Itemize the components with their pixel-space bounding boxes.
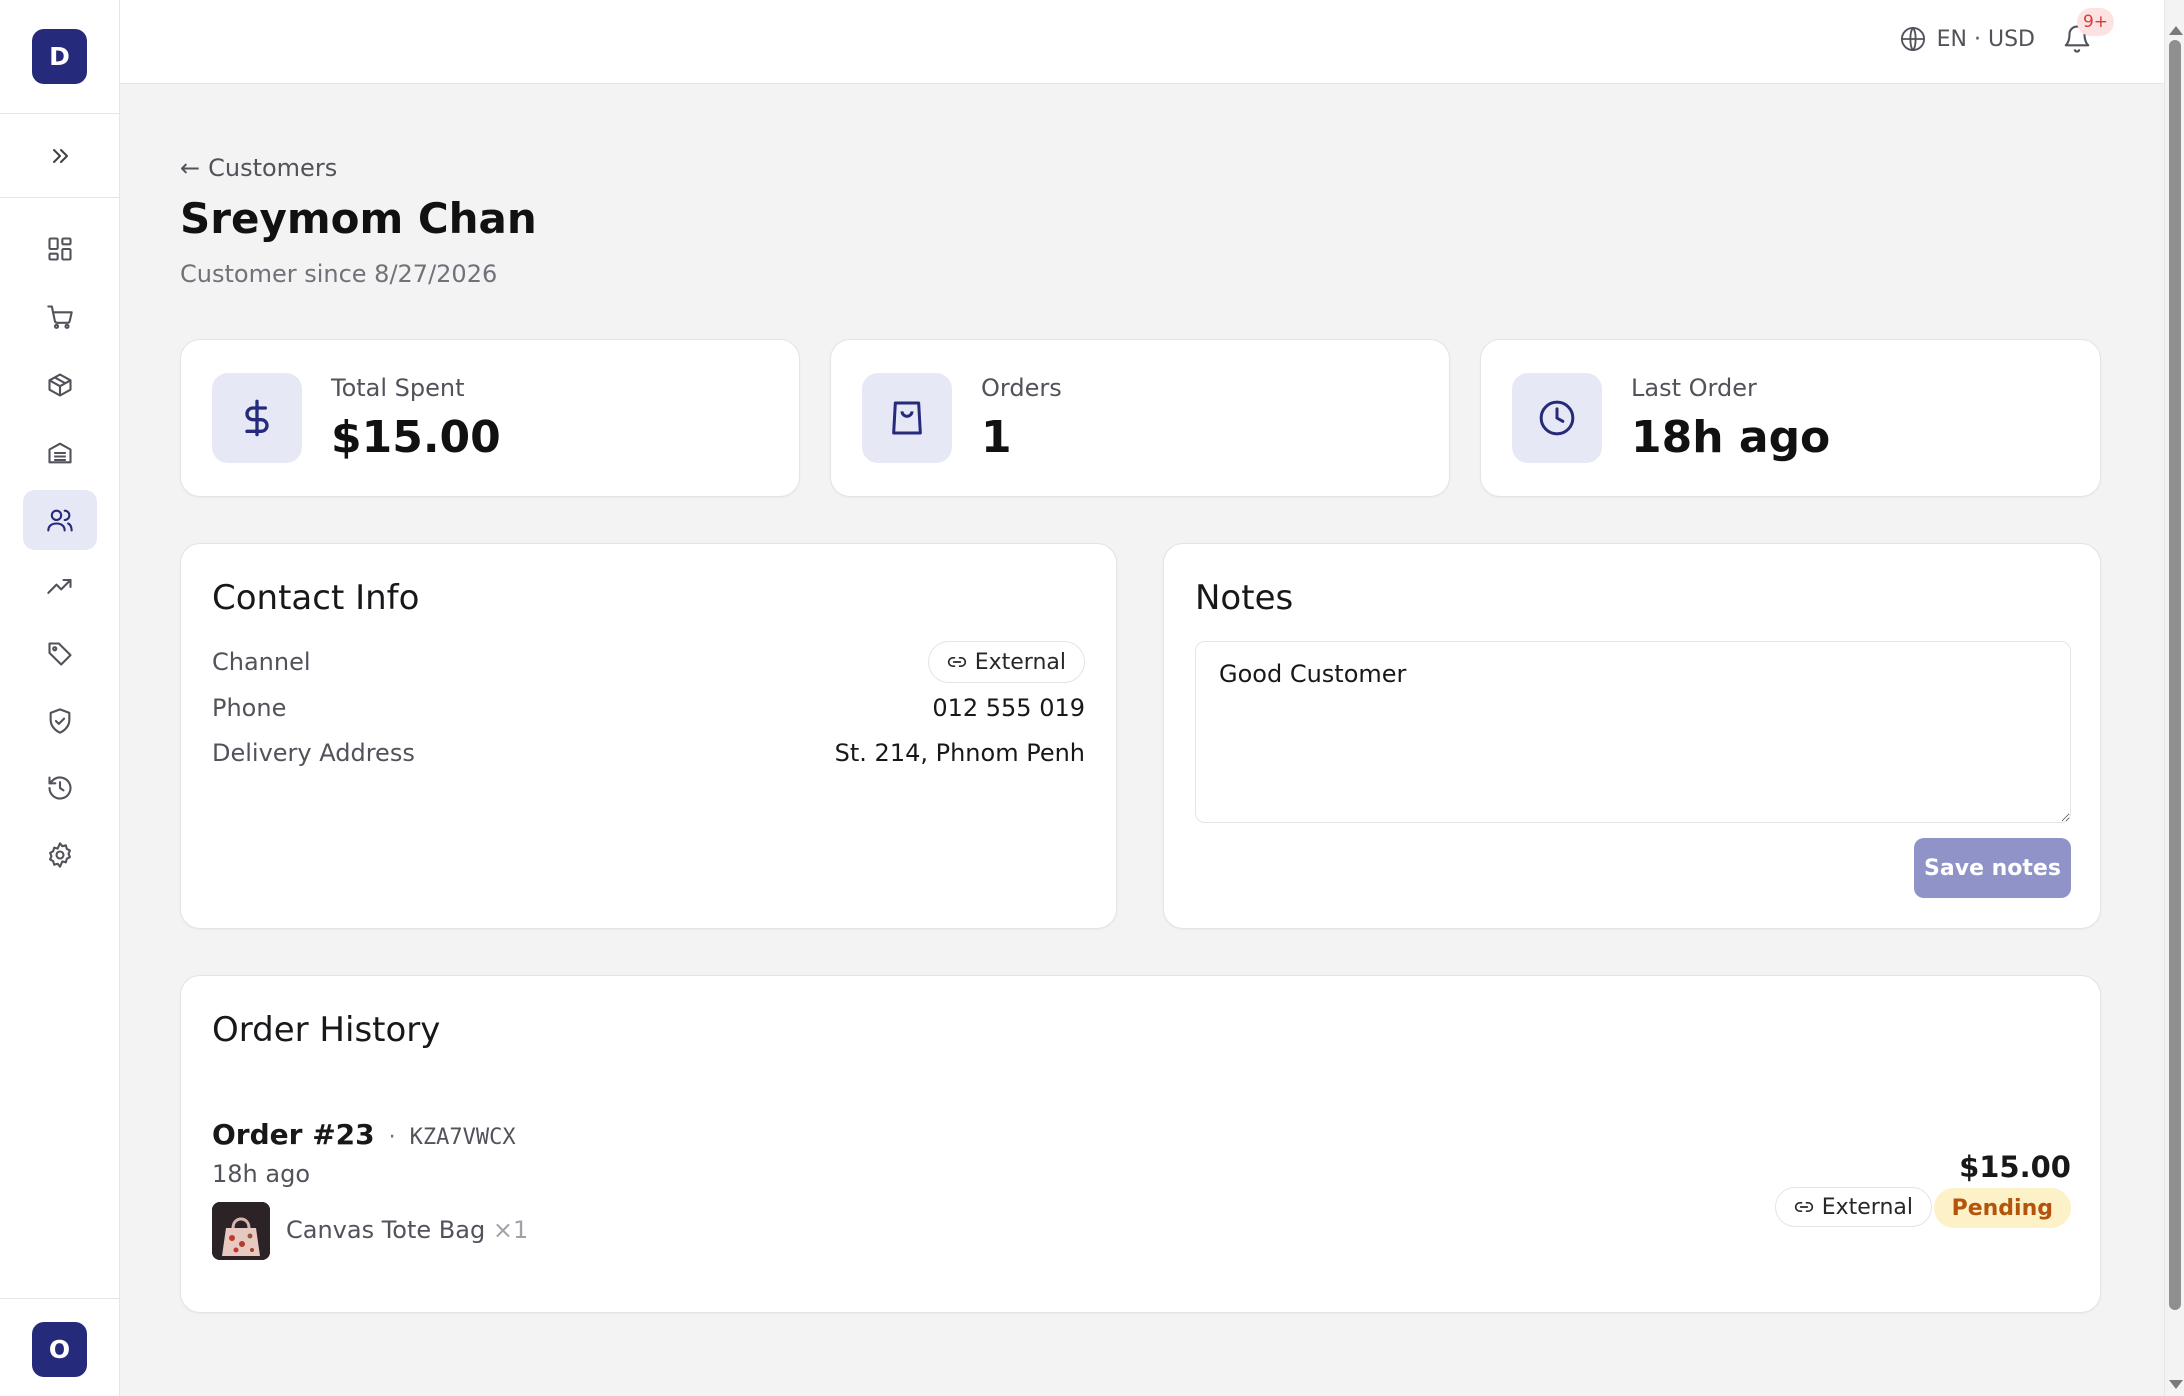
- order-time: 18h ago: [212, 1160, 311, 1188]
- user-avatar[interactable]: O: [32, 1322, 87, 1377]
- sidebar-item-customers[interactable]: [23, 490, 97, 550]
- stat-value: $15.00: [331, 412, 501, 463]
- notes-card: Notes Good Customer Save notes: [1163, 543, 2101, 929]
- stat-card-total-spent: Total Spent $15.00: [180, 339, 800, 497]
- shield-icon: [49, 708, 71, 734]
- inventory-icon: [48, 442, 72, 464]
- sidebar-item-settings[interactable]: [23, 825, 97, 885]
- order-amount: $15.00: [1959, 1150, 2071, 1184]
- notes-title: Notes: [1195, 578, 1294, 618]
- order-channel: External: [1821, 1194, 1913, 1220]
- sidebar-divider: [0, 1298, 120, 1299]
- back-link[interactable]: ← Customers: [180, 154, 337, 182]
- page-subtitle: Customer since 8/27/2026: [180, 260, 498, 288]
- contact-info-title: Contact Info: [212, 578, 420, 618]
- order-row[interactable]: Order #23 · KZA7VWCX: [212, 1118, 516, 1151]
- stat-label: Last Order: [1631, 374, 1757, 402]
- channel-badge: External: [927, 641, 1085, 683]
- stat-card-orders: Orders 1: [830, 339, 1450, 497]
- order-history-card: Order History Order #23 · KZA7VWCX 18h a…: [180, 975, 2101, 1313]
- address-label: Delivery Address: [212, 739, 415, 767]
- stat-label: Orders: [981, 374, 1062, 402]
- shopping-bag-icon: [862, 373, 952, 463]
- sidebar-item-analytics[interactable]: [23, 557, 97, 617]
- cart-icon: [47, 305, 73, 329]
- link-icon: [947, 657, 966, 667]
- locale-switcher[interactable]: EN · USD: [1899, 25, 2035, 53]
- expand-sidebar-icon[interactable]: [44, 140, 76, 172]
- back-link-label: Customers: [208, 154, 338, 182]
- clock-icon: [1512, 373, 1602, 463]
- product-thumbnail: [212, 1202, 270, 1260]
- dollar-icon: [212, 373, 302, 463]
- topbar: EN · USD 9+: [120, 0, 2164, 84]
- sidebar-item-security[interactable]: [23, 691, 97, 751]
- order-code: KZA7VWCX: [409, 1125, 516, 1150]
- sidebar: D O: [0, 0, 120, 1396]
- contact-info-card: Contact Info Channel External Phone 012 …: [180, 543, 1117, 929]
- sidebar-item-inventory[interactable]: [23, 423, 97, 483]
- order-history-title: Order History: [212, 1010, 441, 1050]
- globe-icon: [1900, 26, 1925, 52]
- stat-value: 18h ago: [1631, 412, 1831, 463]
- address-value: St. 214, Phnom Penh: [834, 739, 1085, 767]
- dashboard-icon: [48, 237, 72, 261]
- page-title: Sreymom Chan: [180, 194, 537, 243]
- scroll-down-arrow[interactable]: [2169, 1380, 2183, 1389]
- scroll-up-arrow[interactable]: [2169, 26, 2183, 35]
- order-number: Order #23: [212, 1118, 375, 1151]
- phone-value: 012 555 019: [932, 694, 1085, 722]
- sidebar-item-products[interactable]: [23, 355, 97, 415]
- arrow-left-icon: ←: [180, 154, 201, 182]
- users-icon: [47, 509, 73, 532]
- phone-label: Phone: [212, 694, 287, 722]
- box-icon: [48, 373, 72, 397]
- sidebar-divider: [0, 197, 120, 198]
- order-item: Canvas Tote Bag ×1: [286, 1216, 528, 1244]
- stat-card-last-order: Last Order 18h ago: [1480, 339, 2101, 497]
- status-badge: Pending: [1933, 1188, 2071, 1228]
- brand-logo[interactable]: D: [32, 29, 87, 84]
- gear-icon: [49, 842, 71, 868]
- order-channel-badge: External: [1774, 1187, 1932, 1227]
- stat-label: Total Spent: [331, 374, 465, 402]
- sidebar-item-promotions[interactable]: [23, 624, 97, 684]
- locale-label: EN · USD: [1936, 26, 2035, 52]
- scroll-thumb[interactable]: [2169, 40, 2181, 1310]
- stat-value: 1: [981, 412, 1012, 463]
- separator-dot: ·: [388, 1125, 396, 1150]
- tag-icon: [48, 642, 72, 666]
- channel-value: External: [974, 649, 1066, 675]
- item-quantity: ×1: [492, 1216, 529, 1244]
- channel-label: Channel: [212, 648, 311, 676]
- history-icon: [48, 776, 72, 800]
- link-icon: [1794, 1202, 1813, 1212]
- sidebar-item-history[interactable]: [23, 758, 97, 818]
- item-name: Canvas Tote Bag: [286, 1216, 486, 1244]
- notes-textarea[interactable]: Good Customer: [1195, 641, 2071, 823]
- trending-icon: [47, 578, 72, 594]
- sidebar-item-dashboard[interactable]: [23, 219, 97, 279]
- save-notes-button[interactable]: Save notes: [1914, 838, 2071, 898]
- sidebar-divider: [0, 113, 120, 114]
- notifications-badge: 9+: [2076, 8, 2114, 36]
- sidebar-item-orders[interactable]: [23, 287, 97, 347]
- page-scrollbar[interactable]: [2164, 0, 2184, 1396]
